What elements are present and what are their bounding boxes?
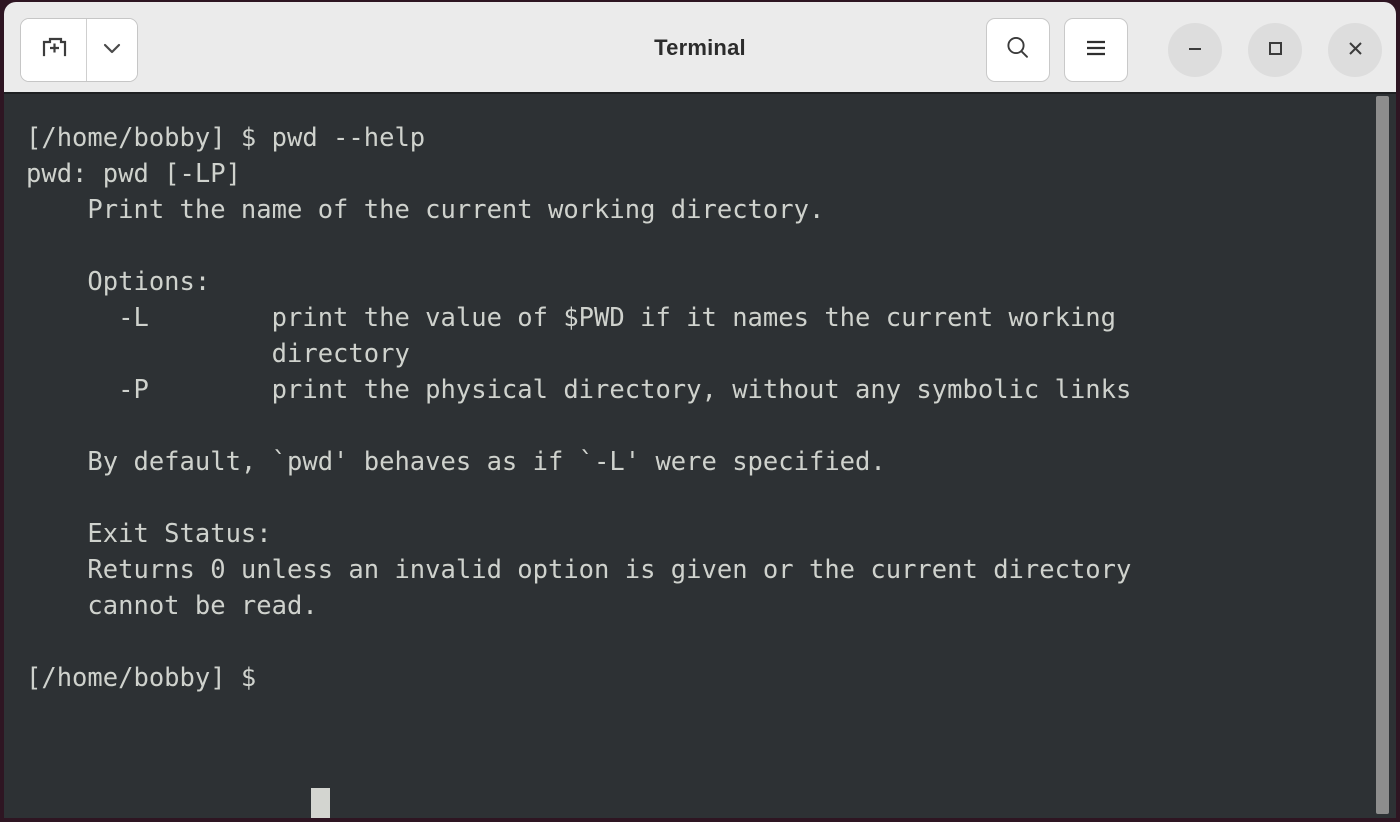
hamburger-menu-button[interactable] [1064, 18, 1128, 82]
terminal-window: Terminal [/home/bobby] $ pwd --help pwd:… [0, 0, 1400, 822]
titlebar-actions [986, 18, 1382, 82]
terminal-text: [/home/bobby] $ pwd --help pwd: pwd [-LP… [26, 123, 1132, 693]
new-tab-icon [39, 33, 69, 68]
terminal-cursor [311, 788, 330, 818]
new-tab-button[interactable] [21, 19, 87, 81]
minimize-button[interactable] [1168, 23, 1222, 77]
close-icon [1343, 36, 1367, 65]
new-tab-dropdown-button[interactable] [87, 19, 137, 81]
maximize-button[interactable] [1248, 23, 1302, 77]
new-tab-button-group[interactable] [20, 18, 138, 82]
minimize-icon [1183, 36, 1207, 65]
close-button[interactable] [1328, 23, 1382, 77]
titlebar[interactable]: Terminal [4, 2, 1396, 94]
maximize-icon [1263, 36, 1287, 65]
hamburger-menu-icon [1080, 32, 1112, 69]
search-button[interactable] [986, 18, 1050, 82]
terminal-scrollbar[interactable] [1370, 94, 1396, 818]
chevron-down-icon [99, 35, 125, 66]
terminal-output-area[interactable]: [/home/bobby] $ pwd --help pwd: pwd [-LP… [4, 94, 1396, 818]
terminal-scrollbar-thumb[interactable] [1376, 96, 1389, 814]
search-icon [1002, 32, 1034, 69]
